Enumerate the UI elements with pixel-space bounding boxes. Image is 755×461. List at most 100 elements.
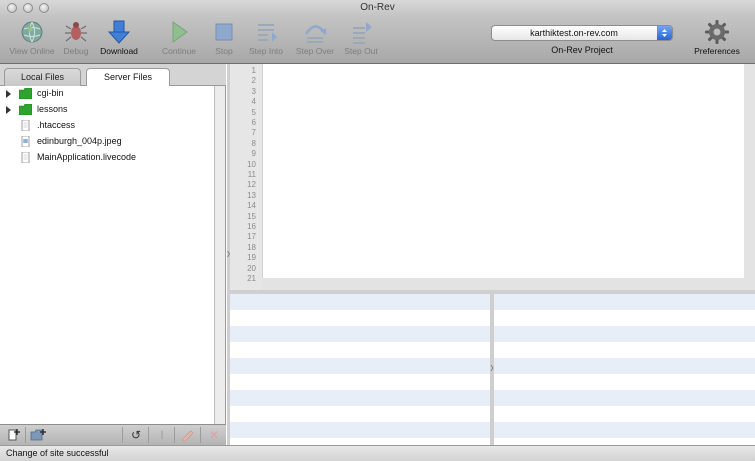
window-title: On-Rev (360, 2, 395, 13)
delete-button[interactable]: ✕ (204, 427, 224, 443)
new-file-icon (8, 429, 20, 441)
preferences-button[interactable]: Preferences (690, 18, 744, 62)
table-row[interactable] (494, 342, 755, 358)
table-row[interactable] (230, 310, 490, 326)
table-row[interactable] (230, 406, 490, 422)
folder-icon (19, 88, 32, 99)
tree-row-htaccess[interactable]: .htaccess (0, 118, 215, 134)
step-over-icon (304, 25, 326, 43)
view-online-label: View Online (9, 46, 55, 56)
line-number: 1 (251, 66, 256, 75)
line-number: 3 (251, 86, 256, 96)
new-file-button[interactable] (4, 427, 24, 443)
new-folder-icon (30, 429, 46, 441)
table-row[interactable] (494, 374, 755, 390)
project-select[interactable]: karthiktest.on-rev.com (491, 25, 673, 41)
table-row[interactable] (230, 438, 490, 445)
continue-label: Continue (161, 46, 197, 56)
download-arrow-icon (107, 20, 131, 44)
step-out-icon (353, 22, 372, 44)
bug-icon (65, 22, 87, 42)
script-editor: 1 2 3 4 5 6 7 8 9 10 11 12 13 14 15 16 17 18 19 20 21 (230, 64, 755, 290)
play-icon (172, 21, 188, 43)
line-number: 2 (251, 76, 256, 86)
tab-local-files[interactable]: Local Files (4, 68, 81, 86)
debug-button[interactable]: Debug (60, 18, 92, 62)
table-row[interactable] (230, 390, 490, 406)
new-folder-button[interactable] (28, 427, 48, 443)
values-table[interactable] (494, 294, 755, 445)
table-row[interactable] (230, 342, 490, 358)
line-number: 21 (247, 274, 256, 283)
select-arrows-icon (657, 26, 672, 40)
tree-row-mainapplication[interactable]: MainApplication.livecode (0, 150, 215, 166)
step-into-label: Step Into (248, 46, 284, 56)
line-number: 11 (247, 170, 256, 179)
tab-server-files[interactable]: Server Files (86, 68, 170, 87)
title-bar: On-Rev (0, 0, 755, 16)
step-out-button[interactable]: Step Out (341, 18, 381, 62)
table-row[interactable] (494, 422, 755, 438)
line-number: 13 (247, 190, 256, 200)
divider (200, 427, 201, 443)
on-rev-window: On-Rev View Online Debug Download Contin… (0, 0, 755, 461)
file-tree-scrollbar[interactable] (215, 86, 225, 424)
step-out-label: Step Out (344, 46, 378, 56)
line-number: 10 (247, 159, 256, 169)
tree-row-cgi-bin[interactable]: cgi-bin (0, 86, 215, 102)
variables-table[interactable] (230, 294, 490, 445)
document-icon (21, 120, 30, 131)
divider (148, 427, 149, 443)
disclosure-triangle-icon[interactable] (6, 106, 11, 114)
project-select-value: karthiktest.on-rev.com (530, 28, 618, 38)
table-row[interactable] (494, 310, 755, 326)
refresh-button[interactable]: ↺ (126, 427, 146, 443)
view-online-button[interactable]: View Online (6, 18, 58, 62)
stop-square-icon (215, 23, 233, 41)
table-row[interactable] (494, 390, 755, 406)
project-label: On-Rev Project (551, 45, 613, 55)
line-number: 5 (251, 107, 256, 117)
editor-horizontal-scrollbar[interactable] (262, 278, 755, 290)
continue-button[interactable]: Continue (158, 18, 200, 62)
table-row[interactable] (230, 358, 490, 374)
stop-button[interactable]: Stop (209, 18, 239, 62)
minimize-window-button[interactable] (23, 3, 33, 13)
editor-vertical-scrollbar[interactable] (744, 64, 755, 278)
line-number: 16 (247, 222, 256, 231)
file-tabs: Local Files Server Files (0, 64, 226, 87)
code-text-area[interactable] (262, 64, 744, 278)
close-x-icon: ✕ (208, 428, 220, 442)
status-bar: Change of site successful (0, 445, 755, 461)
step-over-button[interactable]: Step Over (292, 18, 338, 62)
disclosure-triangle-icon[interactable] (6, 90, 11, 98)
refresh-icon: ↺ (130, 428, 142, 442)
edit-button[interactable] (178, 427, 198, 443)
file-browser-pane: Local Files Server Files cgi-bin lessons (0, 64, 226, 445)
file-actions-bar: ↺ I ✕ (0, 424, 226, 445)
table-row[interactable] (494, 326, 755, 342)
table-row[interactable] (230, 374, 490, 390)
table-row[interactable] (230, 294, 490, 310)
document-icon (21, 152, 30, 163)
divider (25, 427, 26, 443)
close-window-button[interactable] (7, 3, 17, 13)
table-row[interactable] (494, 294, 755, 310)
tree-row-label: cgi-bin (37, 88, 64, 98)
table-row[interactable] (230, 326, 490, 342)
table-row[interactable] (494, 438, 755, 445)
rename-button[interactable]: I (152, 427, 172, 443)
folder-icon (19, 104, 32, 115)
tree-row-edinburgh-jpeg[interactable]: edinburgh_004p.jpeg (0, 134, 215, 150)
table-row[interactable] (230, 422, 490, 438)
table-row[interactable] (494, 358, 755, 374)
toolbar: View Online Debug Download Continue Stop… (0, 16, 755, 64)
zoom-window-button[interactable] (39, 3, 49, 13)
tree-row-lessons[interactable]: lessons (0, 102, 215, 118)
gear-icon (705, 20, 729, 44)
step-into-button[interactable]: Step Into (245, 18, 287, 62)
table-row[interactable] (494, 406, 755, 422)
line-number: 14 (247, 201, 256, 211)
tree-row-label: .htaccess (37, 120, 76, 130)
download-button[interactable]: Download (96, 18, 142, 62)
